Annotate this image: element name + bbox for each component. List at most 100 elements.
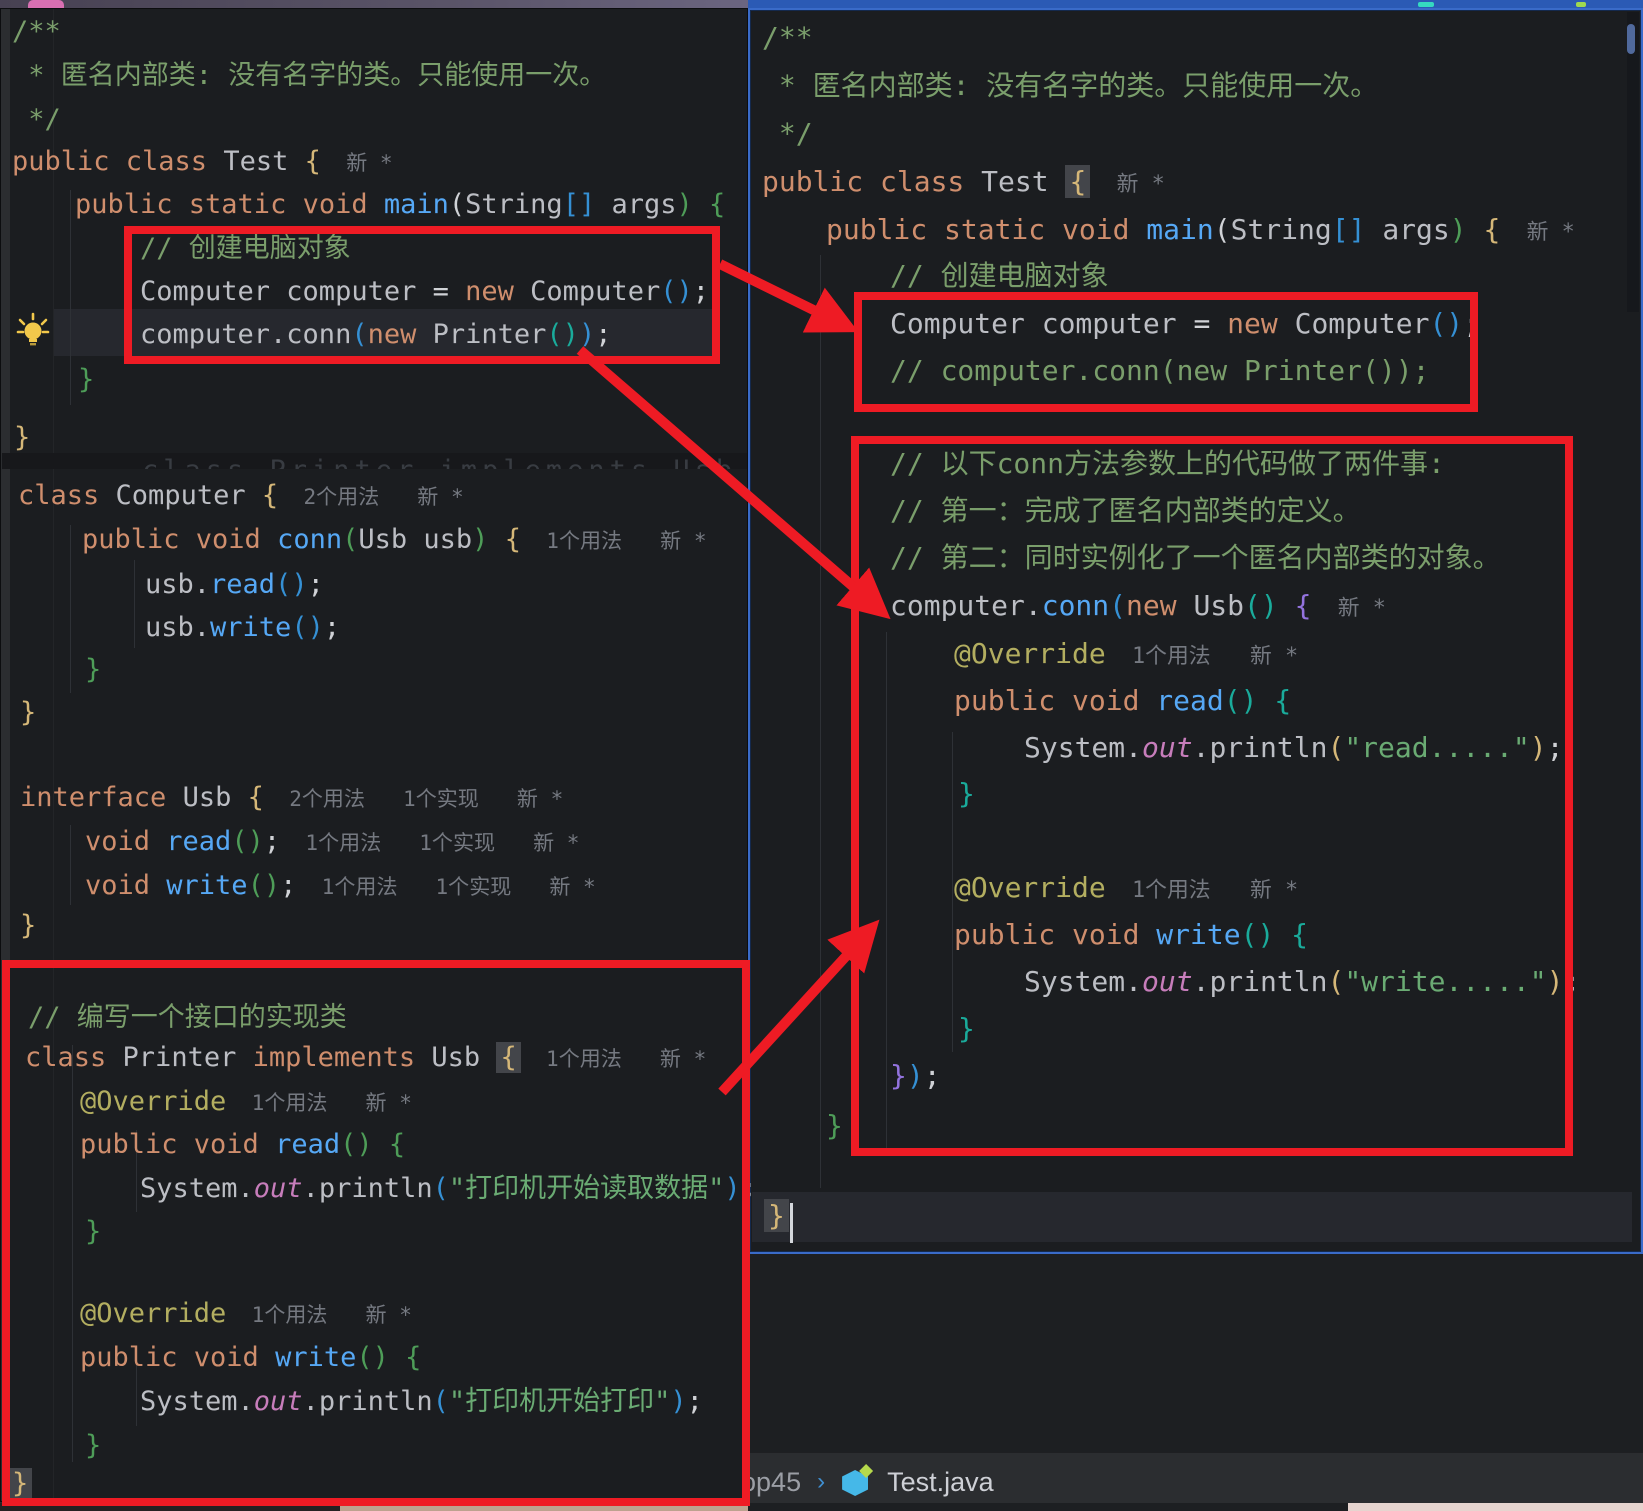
code-line[interactable]: } <box>85 1428 101 1463</box>
code-token: conn <box>277 524 342 555</box>
code-token: ; <box>1563 965 1580 998</box>
code-line[interactable]: }); <box>890 1058 941 1094</box>
code-line[interactable]: public static void main(String[] args) { <box>75 187 725 222</box>
code-line[interactable]: // computer.conn(new Printer()); <box>890 353 1429 389</box>
code-line[interactable]: public class Test { 新 * <box>762 164 1165 200</box>
code-line[interactable]: public void write() { <box>954 917 1308 953</box>
code-line[interactable]: Computer computer = new Computer(); <box>890 306 1480 342</box>
code-token: read <box>210 569 275 600</box>
code-line[interactable]: } <box>958 1011 975 1047</box>
code-line[interactable]: } <box>14 420 30 455</box>
code-token: ; <box>1547 731 1564 764</box>
breadcrumb-file[interactable]: Test.java <box>887 1467 994 1498</box>
code-line[interactable]: */ <box>762 116 813 152</box>
code-token: System. <box>1024 731 1142 764</box>
code-token: } <box>85 654 101 685</box>
code-line[interactable]: } <box>78 362 94 397</box>
code-line[interactable]: @Override 1个用法 新 * <box>954 870 1298 906</box>
code-line[interactable]: System.out.println("打印机开始打印"); <box>140 1384 703 1419</box>
code-line[interactable]: // 创建电脑对象 <box>140 231 351 266</box>
code-line[interactable]: System.out.println("write....."); <box>1024 964 1580 1000</box>
code-token: 1个用法 新 * <box>226 1302 412 1327</box>
code-line[interactable]: } <box>8 1466 32 1501</box>
code-line[interactable]: // 创建电脑对象 <box>890 258 1109 294</box>
code-token: () <box>275 569 308 600</box>
code-line[interactable]: public void read() { <box>954 683 1291 719</box>
code-line[interactable]: // 以下conn方法参数上的代码做了两件事: <box>890 446 1445 482</box>
code-line[interactable]: } <box>85 1214 101 1249</box>
code-line[interactable]: usb.read(); <box>145 567 324 602</box>
code-line[interactable]: // 第一：完成了匿名内部类的定义。 <box>890 493 1361 529</box>
code-token: String <box>1231 213 1332 246</box>
code-line[interactable]: /** <box>762 20 813 56</box>
background-window-strip <box>0 0 748 8</box>
editor-pane-left[interactable]: class Printer implements Usb <box>0 8 748 1502</box>
code-line[interactable]: usb.write(); <box>145 610 340 645</box>
code-token: Computer <box>530 276 660 307</box>
code-line[interactable]: } <box>764 1198 789 1234</box>
code-line[interactable]: computer.conn(new Usb() { 新 * <box>890 588 1386 624</box>
code-line[interactable]: public void read() { <box>80 1127 405 1162</box>
code-token: 新 * <box>1090 172 1164 197</box>
code-token: Usb <box>183 782 248 813</box>
code-line[interactable]: } <box>85 652 101 687</box>
code-token: ; <box>741 1173 757 1204</box>
code-line[interactable]: // 第二：同时实例化了一个匿名内部类的对象。 <box>890 540 1501 576</box>
code-token: ; <box>1463 307 1480 340</box>
code-token: public class <box>12 146 223 177</box>
code-line[interactable]: class Computer { 2个用法 新 * <box>18 478 464 513</box>
code-token: } <box>85 1430 101 1461</box>
code-token: { <box>262 480 278 511</box>
code-line[interactable]: * 匿名内部类: 没有名字的类。只能使用一次。 <box>12 58 606 93</box>
code-line[interactable]: @Override 1个用法 新 * <box>80 1084 412 1119</box>
code-line[interactable]: } <box>20 695 36 730</box>
code-token: public void <box>80 1342 275 1373</box>
code-token: // 以下conn方法参数上的代码做了两件事: <box>890 447 1445 480</box>
code-token: () <box>1224 684 1275 717</box>
code-line[interactable]: public class Test { 新 * <box>12 144 393 179</box>
code-token: // 创建电脑对象 <box>890 259 1109 292</box>
code-token: } <box>890 1059 907 1092</box>
code-line[interactable]: public void write() { <box>80 1340 421 1375</box>
code-line[interactable]: @Override 1个用法 新 * <box>954 636 1298 672</box>
code-token: String <box>465 189 563 220</box>
text-caret <box>790 1203 793 1243</box>
code-line[interactable]: interface Usb { 2个用法 1个实现 新 * <box>20 780 563 815</box>
code-line[interactable]: void read(); 1个用法 1个实现 新 * <box>85 824 579 859</box>
code-token: { <box>305 146 321 177</box>
scrollbar-thumb[interactable] <box>1627 24 1635 54</box>
code-token: new <box>368 319 433 350</box>
code-line[interactable]: * 匿名内部类: 没有名字的类。只能使用一次。 <box>762 68 1378 104</box>
code-token: 1个用法 1个实现 新 * <box>296 874 595 899</box>
code-token: // 第一：完成了匿名内部类的定义。 <box>890 494 1361 527</box>
code-token: class <box>25 1042 123 1073</box>
code-line[interactable]: // 编写一个接口的实现类 <box>28 1000 347 1035</box>
scrollbar-track[interactable] <box>1627 12 1639 312</box>
code-token: ; <box>324 612 340 643</box>
code-token: ) <box>907 1059 924 1092</box>
code-line[interactable]: */ <box>12 102 61 137</box>
code-token: } <box>78 364 94 395</box>
code-line[interactable]: Computer computer = new Computer(); <box>140 274 709 309</box>
code-line[interactable]: System.out.println("打印机开始读取数据"); <box>140 1171 757 1206</box>
bottom-edge-strip <box>748 1503 1348 1511</box>
code-token: Test <box>223 146 304 177</box>
code-token: () <box>356 1342 405 1373</box>
code-line[interactable]: @Override 1个用法 新 * <box>80 1296 412 1331</box>
code-token: "write....." <box>1344 965 1546 998</box>
code-token: main <box>384 189 449 220</box>
code-line[interactable]: public void conn(Usb usb) { 1个用法 新 * <box>82 522 707 557</box>
code-line[interactable]: class Printer implements Usb { 1个用法 新 * <box>25 1040 706 1075</box>
code-line[interactable]: System.out.println("read....."); <box>1024 730 1563 766</box>
code-token: () <box>291 612 324 643</box>
code-line[interactable]: computer.conn(new Printer()); <box>140 317 611 352</box>
code-line[interactable]: } <box>826 1108 843 1144</box>
code-token: 1个用法 1个实现 新 * <box>280 830 579 855</box>
code-line[interactable]: /** <box>12 14 61 49</box>
code-token: 新 * <box>1311 596 1385 621</box>
code-line[interactable]: } <box>958 776 975 812</box>
intention-bulb-icon[interactable] <box>14 312 52 350</box>
code-line[interactable]: public static void main(String[] args) {… <box>826 212 1575 248</box>
code-line[interactable]: void write(); 1个用法 1个实现 新 * <box>85 868 596 903</box>
code-line[interactable]: } <box>20 908 36 943</box>
